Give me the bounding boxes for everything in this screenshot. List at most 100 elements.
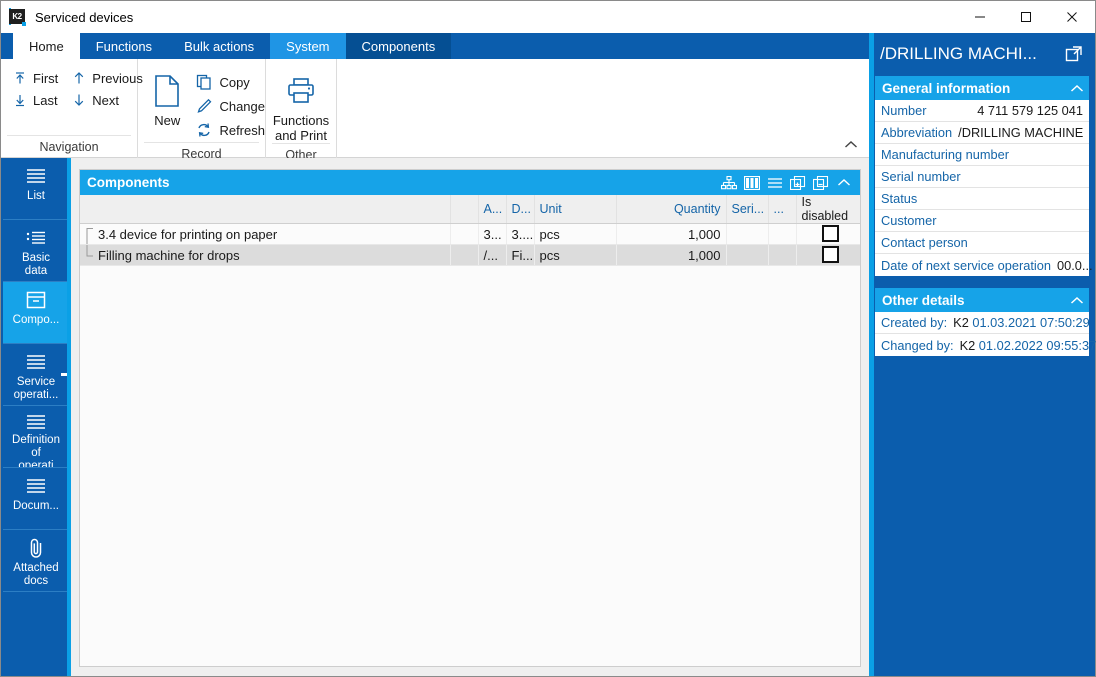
detail-row-changed-by[interactable]: Changed by: K2 01.02.2022 09:55:37 (875, 334, 1096, 356)
lines-list-icon (24, 351, 48, 373)
main-content: Components A... D... Unit Quantity Seri.… (71, 158, 869, 676)
detail-value: K2 01.03.2021 07:50:29 (947, 315, 1090, 330)
chevron-up-icon[interactable] (1065, 288, 1089, 312)
col-header-description[interactable]: D... (506, 195, 535, 224)
tab-functions[interactable]: Functions (80, 33, 168, 59)
col-header-serial[interactable]: Seri... (726, 195, 769, 224)
details-title: /DRILLING MACHI... (880, 44, 1037, 63)
detail-value: K2 01.02.2022 09:55:37 (954, 338, 1096, 353)
details-header: /DRILLING MACHI... (874, 33, 1090, 75)
col-header-unit[interactable]: Unit (534, 195, 617, 224)
panel-collapse-chevron-up-icon[interactable] (832, 171, 855, 194)
sidebar-item-label: Service (16, 376, 56, 388)
new-button[interactable]: New (144, 65, 190, 128)
close-icon[interactable] (1049, 1, 1095, 33)
detail-row-contact-person[interactable]: Contact person (875, 232, 1089, 254)
functions-and-print-label-line1: Functions (272, 113, 330, 128)
first-button[interactable]: First (11, 69, 58, 87)
sidebar-item-attached-docs[interactable]: Attached docs (3, 530, 69, 592)
new-label: New (154, 113, 181, 128)
copy-label: Copy (219, 74, 250, 90)
sidebar-item-service-operations[interactable]: Service operati... (3, 344, 69, 406)
col-header-quantity[interactable]: Quantity (616, 195, 727, 224)
tab-bulk-actions[interactable]: Bulk actions (168, 33, 270, 59)
refresh-button[interactable]: Refresh (194, 118, 265, 142)
sidebar-item-label-2: docs (23, 575, 49, 587)
detail-row-serial-number[interactable]: Serial number (875, 166, 1089, 188)
other-details-card: Other details Created by: K2 01.03.2021 … (874, 287, 1096, 357)
table-header-row: A... D... Unit Quantity Seri... ... Is d… (80, 195, 860, 224)
general-information-header[interactable]: General information (875, 76, 1089, 100)
sidebar-item-basic-data[interactable]: Basic data (3, 220, 69, 282)
last-label: Last (33, 92, 58, 108)
sidebar-item-documents[interactable]: Docum... (3, 468, 69, 530)
cell-is-disabled[interactable] (796, 244, 860, 266)
detail-row-date-of-next-service-operation[interactable]: Date of next service operation 00.0... (875, 254, 1093, 276)
ribbon-group-other: Functions and Print Other (266, 59, 337, 162)
maximize-icon[interactable] (1003, 1, 1049, 33)
window-title: Serviced devices (35, 9, 134, 25)
tab-home[interactable]: Home (13, 33, 80, 59)
ribbon-collapse-chevron-up-icon[interactable] (842, 135, 860, 153)
tree-last-branch-icon (86, 245, 94, 265)
title-bar: K2 Serviced devices (1, 1, 1095, 33)
col-header-name[interactable] (80, 195, 451, 224)
first-label: First (33, 70, 59, 86)
detail-label: Manufacturing number (881, 147, 1010, 162)
ribbon-tabs: Home Functions Bulk actions System Compo… (1, 33, 870, 59)
detail-label: Changed by: (881, 337, 954, 353)
other-details-body: Created by: K2 01.03.2021 07:50:29 Chang… (875, 312, 1096, 356)
cell-is-disabled[interactable] (796, 223, 860, 245)
detail-value: 00.0... (1057, 257, 1093, 273)
hierarchy-icon[interactable] (717, 171, 740, 194)
chevron-up-icon[interactable] (1065, 76, 1089, 100)
sidebar-item-list[interactable]: List (3, 158, 69, 220)
open-in-new-window-icon[interactable] (1062, 42, 1086, 66)
col-header-is-disabled[interactable]: Is disabled (796, 195, 860, 224)
detail-value-user: K2 (959, 337, 976, 353)
copy-button[interactable]: Copy (194, 70, 265, 94)
detail-value: 4 711 579 125 041 (977, 103, 1083, 118)
detail-value-date: 01.03.2021 07:50:29 (972, 315, 1090, 330)
col-header-spacer[interactable] (450, 195, 479, 224)
collapse-all-icon[interactable] (809, 171, 832, 194)
detail-label: Customer (881, 213, 937, 228)
previous-button[interactable]: Previous (70, 69, 143, 87)
sidebar-item-components[interactable]: Compo... (3, 282, 69, 344)
cell-quantity: 1,000 (616, 244, 727, 266)
table-row[interactable]: Filling machine for drops /... Fi... pcs… (80, 244, 860, 266)
other-details-title: Other details (882, 292, 965, 308)
change-button[interactable]: Change (194, 94, 265, 118)
detail-row-abbreviation[interactable]: Abbreviation /DRILLING MACHINE (875, 122, 1089, 144)
detail-label: Status (881, 191, 918, 206)
detail-value-user: K2 (953, 315, 969, 330)
tab-system[interactable]: System (270, 33, 346, 59)
tab-components[interactable]: Components (345, 33, 452, 59)
is-disabled-checkbox[interactable] (821, 225, 839, 242)
minimize-icon[interactable] (957, 1, 1003, 33)
functions-and-print-button[interactable]: Functions and Print (267, 65, 335, 143)
last-button[interactable]: Last (11, 91, 58, 109)
next-label: Next (92, 92, 120, 108)
box-archive-icon (25, 289, 47, 311)
col-header-more[interactable]: ... (768, 195, 797, 224)
cell-more (768, 244, 797, 266)
columns-icon[interactable] (740, 171, 763, 194)
is-disabled-checkbox[interactable] (821, 246, 839, 263)
cell-serial (726, 223, 769, 245)
detail-row-customer[interactable]: Customer (875, 210, 1089, 232)
other-details-header[interactable]: Other details (875, 288, 1089, 312)
next-button[interactable]: Next (70, 91, 143, 109)
detail-row-status[interactable]: Status (875, 188, 1089, 210)
previous-label: Previous (92, 70, 143, 86)
detail-row-created-by[interactable]: Created by: K2 01.03.2021 07:50:29 (875, 312, 1090, 334)
cell-spacer (450, 244, 479, 266)
detail-row-number[interactable]: Number 4 711 579 125 041 (875, 100, 1089, 122)
table-row[interactable]: 3.4 device for printing on paper 3... 3.… (80, 223, 860, 245)
copy-icon (194, 72, 214, 92)
detail-row-manufacturing-number[interactable]: Manufacturing number (875, 144, 1089, 166)
sidebar-item-definition-of-operations[interactable]: Definition of operati (3, 406, 69, 468)
list-view-icon[interactable] (763, 171, 786, 194)
expand-all-icon[interactable] (786, 171, 809, 194)
col-header-abbreviation[interactable]: A... (478, 195, 507, 224)
